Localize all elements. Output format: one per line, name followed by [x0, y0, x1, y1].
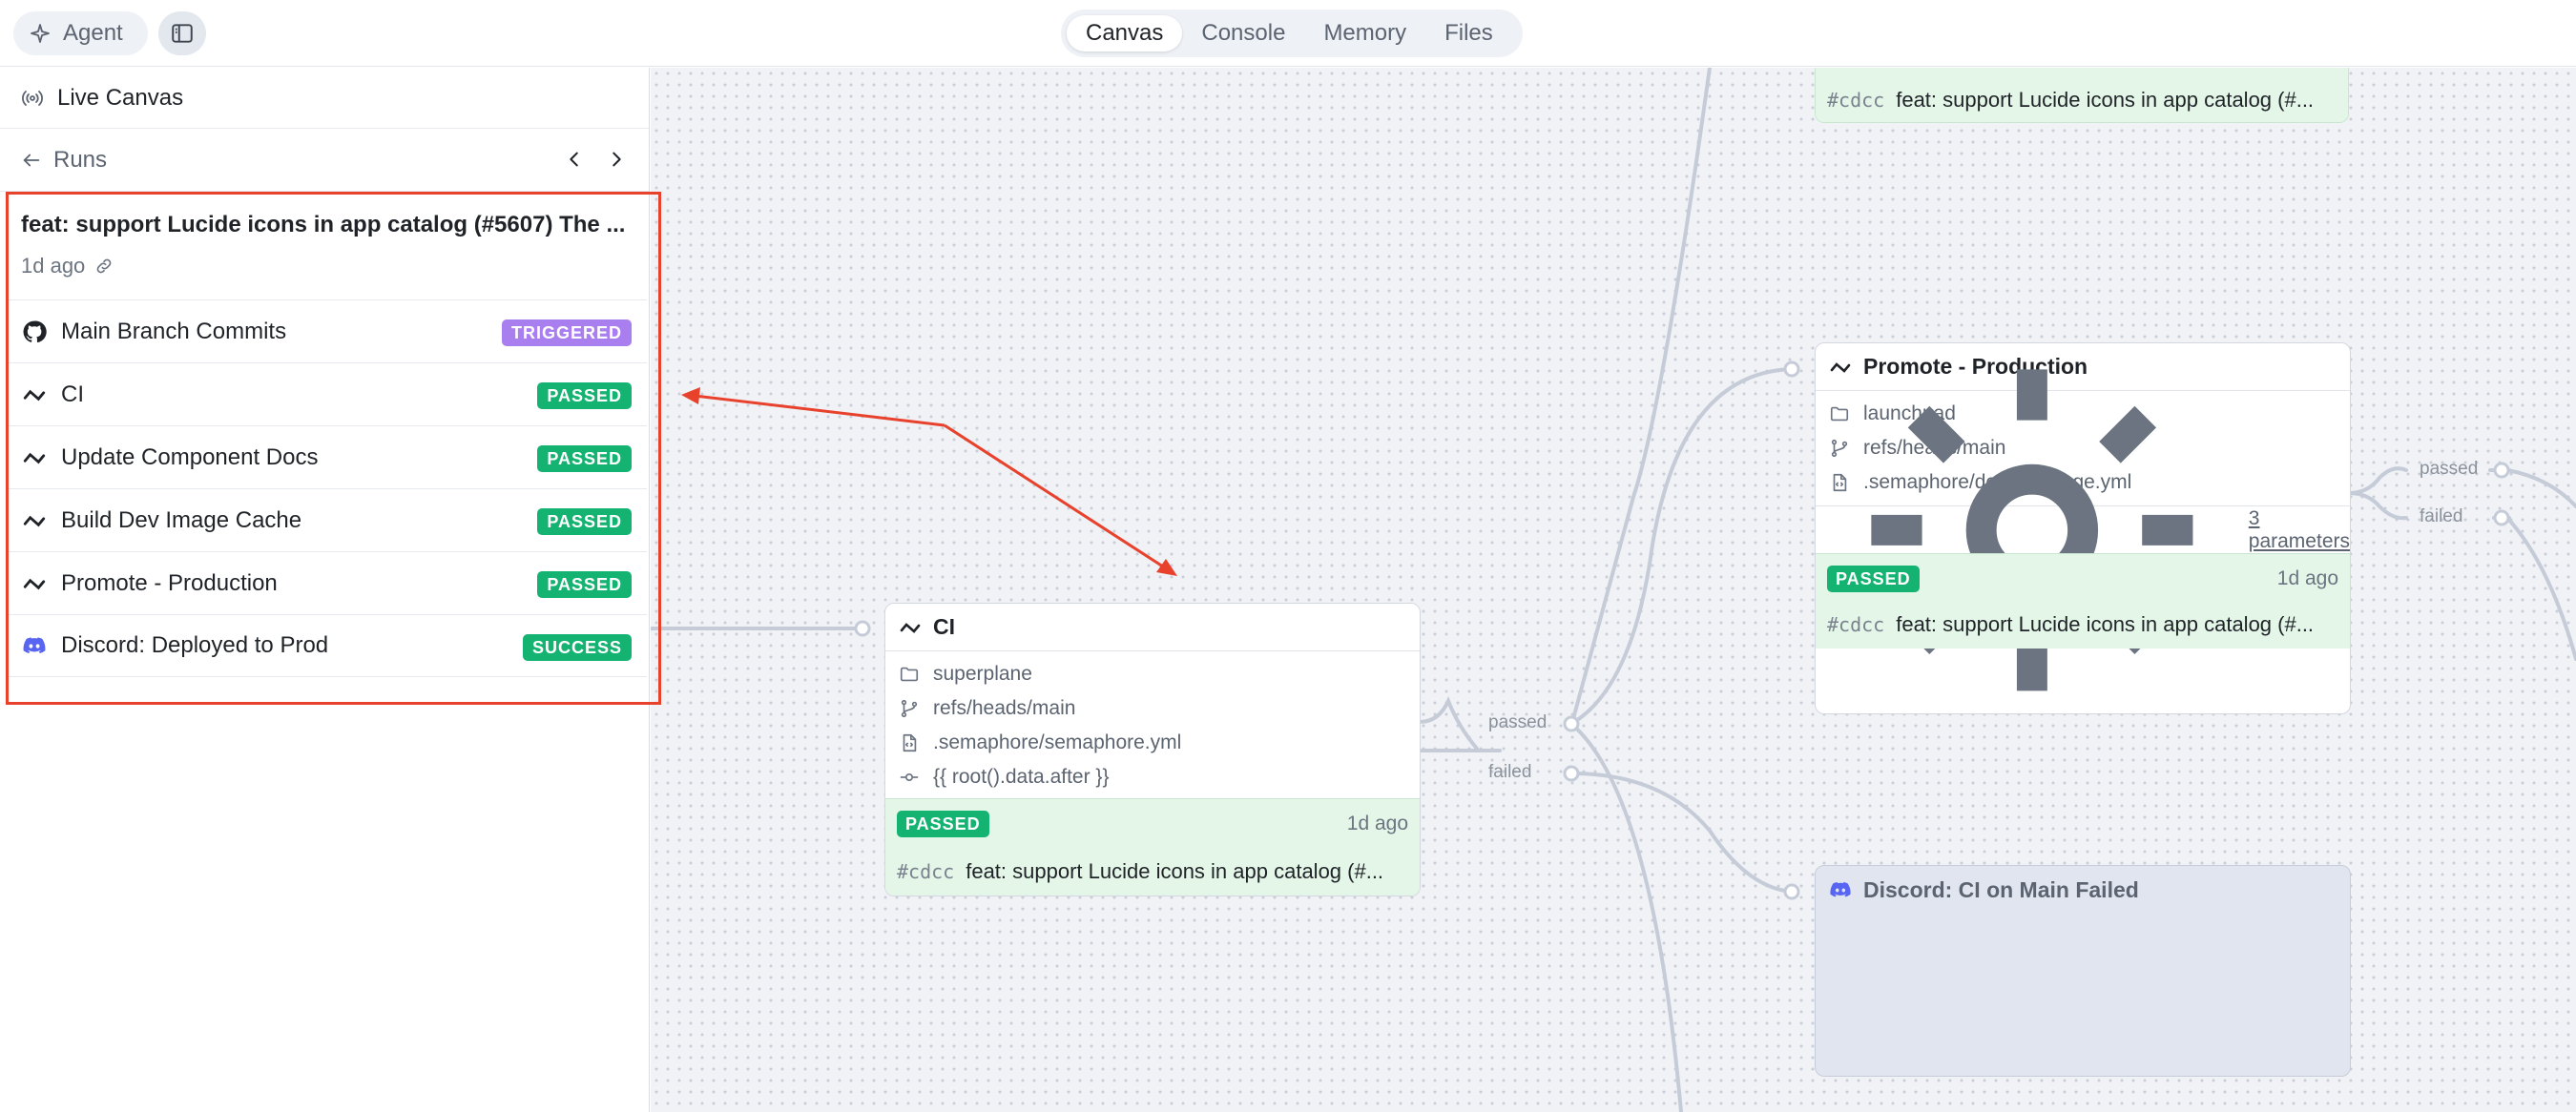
ci-project: superplane	[933, 663, 1032, 685]
highlight-box	[6, 192, 661, 705]
semaphore-icon	[900, 622, 921, 633]
tab-canvas[interactable]: Canvas	[1067, 15, 1183, 51]
wire-promote-out-b	[2347, 491, 2408, 521]
tab-console[interactable]: Console	[1182, 15, 1304, 51]
live-canvas-header[interactable]: Live Canvas	[0, 68, 649, 129]
ci-node-footer: PASSED 1d ago #cdcc feat: support Lucide …	[885, 798, 1420, 896]
promote-params-link[interactable]: 3 parameters	[2249, 507, 2350, 553]
discord-ci-failed-node[interactable]: Discord: CI on Main Failed	[1815, 865, 2351, 1077]
commit-message: feat: support Lucide icons in app catalo…	[966, 859, 1384, 883]
sidebar-toggle-icon	[172, 24, 193, 43]
ci-ref-row: refs/heads/main	[885, 691, 1420, 726]
git-commit-icon	[900, 772, 919, 782]
promote-passed-port	[2493, 462, 2510, 479]
ci-node-time: 1d ago	[1346, 813, 1408, 834]
run-navigation	[563, 146, 628, 173]
ci-commit-row: {{ root().data.after }}	[885, 760, 1420, 794]
promote-node-footer: PASSED 1d ago #cdcc feat: support Lucide …	[1816, 553, 2350, 649]
ci-failed-port	[1563, 765, 1580, 782]
ci-ref: refs/heads/main	[933, 697, 1076, 719]
ci-passed-label: passed	[1488, 712, 1548, 732]
ci-node-commit: #cdcc feat: support Lucide icons in app c…	[897, 859, 1408, 884]
wire-top-branch	[1569, 68, 1712, 728]
ci-node-header: CI	[885, 604, 1420, 651]
agent-label: Agent	[63, 20, 123, 46]
wire-ci-fan	[1418, 695, 1479, 751]
file-code-icon	[903, 733, 917, 752]
folder-icon	[900, 667, 919, 682]
live-canvas-label: Live Canvas	[57, 84, 184, 111]
ci-node-details: superplane refs/heads/main .semaphore/se…	[885, 651, 1420, 798]
commit-message: feat: support Lucide icons in app catalo…	[1896, 612, 2315, 636]
ci-commit-expr: {{ root().data.after }}	[933, 766, 1110, 788]
previous-run-button[interactable]	[563, 146, 586, 173]
top-node-footer: #cdcc feat: support Lucide icons in app c…	[1816, 68, 2348, 122]
ci-node-title: CI	[933, 614, 955, 639]
agent-button[interactable]: Agent	[13, 11, 148, 55]
wire-passed-down	[1569, 722, 1683, 1112]
ci-input-port	[854, 620, 871, 637]
ci-project-row: superplane	[885, 657, 1420, 691]
commit-message: feat: support Lucide icons in app catalo…	[1896, 88, 2315, 112]
view-tabs: Canvas Console Memory Files	[1061, 10, 1523, 57]
broadcast-icon	[22, 90, 43, 106]
top-bar: Agent Canvas Console Memory Files	[0, 0, 2576, 67]
sparkle-icon	[31, 24, 50, 43]
ci-file-row: .semaphore/semaphore.yml	[885, 726, 1420, 760]
wire-promote-out-a	[2347, 466, 2408, 495]
promote-params-row[interactable]: 3 parameters	[1816, 368, 2350, 691]
top-node[interactable]: #cdcc feat: support Lucide icons in app c…	[1815, 68, 2349, 123]
discord-icon	[1830, 882, 1851, 897]
chevron-left-icon	[570, 152, 578, 167]
wire-passed-to-promote	[1569, 367, 1794, 726]
promote-failed-port	[2493, 509, 2510, 526]
promote-failed-label: failed	[2420, 506, 2463, 526]
commit-hash: #cdcc	[897, 860, 955, 883]
commit-hash: #cdcc	[1827, 613, 1885, 636]
workflow-canvas[interactable]: passed failed passed failed #cdcc feat: s…	[651, 68, 2576, 1112]
wire-promote-failed-out	[2505, 516, 2576, 661]
promote-input-port	[1783, 360, 1800, 378]
ci-file: .semaphore/semaphore.yml	[933, 731, 1182, 753]
ci-failed-label: failed	[1488, 762, 1532, 782]
ci-node[interactable]: CI superplane refs/heads/main .semaphore…	[884, 603, 1421, 896]
wire-failed-to-discord	[1569, 772, 1794, 894]
git-branch-icon	[901, 699, 918, 718]
chevron-right-icon	[613, 152, 621, 167]
discord-input-port	[1783, 883, 1800, 900]
next-run-button[interactable]	[605, 146, 628, 173]
discord-node-header: Discord: CI on Main Failed	[1816, 866, 2350, 914]
promote-node-commit: #cdcc feat: support Lucide icons in app c…	[1827, 612, 2338, 637]
runs-bar: Runs	[0, 129, 649, 192]
wire-promote-passed-out	[2505, 468, 2576, 508]
status-badge: PASSED	[1827, 566, 1920, 592]
arrow-left-icon	[23, 154, 40, 166]
promote-passed-label: passed	[2420, 459, 2479, 479]
discord-node-title: Discord: CI on Main Failed	[1863, 876, 2139, 902]
toggle-sidebar-button[interactable]	[158, 11, 206, 55]
commit-hash: #cdcc	[1827, 89, 1885, 112]
runs-label: Runs	[53, 146, 108, 173]
runs-back-link[interactable]: Runs	[21, 147, 107, 174]
promote-node-time: 1d ago	[2276, 567, 2338, 589]
status-badge: PASSED	[897, 811, 989, 837]
tab-memory[interactable]: Memory	[1304, 15, 1425, 51]
tab-files[interactable]: Files	[1425, 15, 1512, 51]
gear-icon	[1871, 368, 2193, 691]
top-node-commit: #cdcc feat: support Lucide icons in app c…	[1827, 88, 2337, 113]
ci-passed-port	[1563, 715, 1580, 732]
promote-production-node[interactable]: Promote - Production launchpad refs/head…	[1815, 342, 2351, 714]
